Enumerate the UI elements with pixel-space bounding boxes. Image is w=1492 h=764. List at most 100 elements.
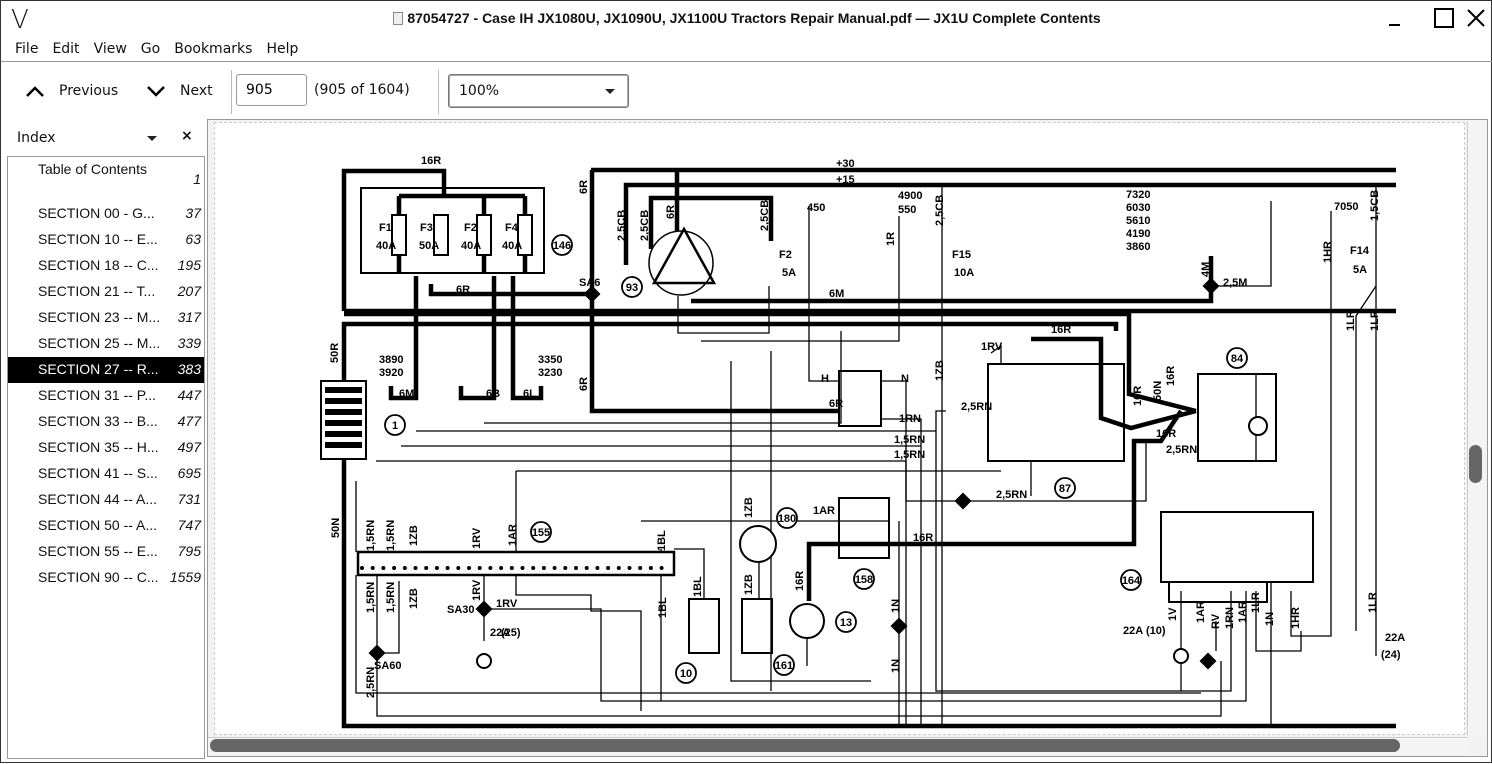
diagram-label: 1RN [1224,607,1236,629]
diagram-label: 6M [829,288,844,300]
wire [484,591,1247,702]
diagram-label: F4 [505,222,519,234]
diagram-label: 1BL [656,530,668,551]
diagram-label: 1,5CB [1369,190,1381,221]
wire [881,418,922,726]
wire [515,471,642,711]
vertical-scrollbar[interactable] [1467,122,1485,735]
diagram-label: 16R [1156,428,1176,440]
connector-pin [477,566,482,570]
diagram-label: F15 [952,249,971,261]
component-box [987,363,1125,462]
connector-pin [381,566,386,570]
component-number: 155 [532,527,550,539]
component-box [688,598,720,654]
wire [1355,285,1377,631]
diagram-label: 1HR [1322,241,1334,263]
junction-diamond [1199,652,1217,670]
diagram-label: 16R [794,571,806,591]
connector-pin [434,566,439,570]
diagram-label: 1RV [471,527,483,549]
diagram-label: 4900 [898,190,922,202]
component-box [1160,511,1314,583]
connector-pin [445,566,450,570]
component-number: 87 [1059,483,1071,495]
junction-diamond [890,617,908,635]
connector-pin [531,566,536,570]
diagram-label: 1RN [899,413,921,425]
battery-cell [325,442,362,448]
diagram-label: 1LR [1345,310,1357,331]
diagram-label: 16R [1132,386,1144,406]
diagram-label: 2,5RN [961,401,992,413]
diagram-label: 1AR [813,505,835,517]
connector-pin [541,566,546,570]
diagram-label: 1,5RN [365,582,377,613]
diagram-label: 1RV [981,341,1003,353]
diagram-label: 6M [399,388,414,400]
diagram-label: 40A [461,240,481,252]
component-number: 93 [626,282,638,294]
connector-pin [616,566,621,570]
junction-diamond [368,644,386,662]
diagram-label: 22A [1385,632,1405,644]
diagram-label: 5610 [1126,215,1150,227]
diagram-label: 6B [486,388,500,400]
diagram-label: 1N [890,599,902,613]
diagram-label: 1,5RN [385,582,397,613]
diagram-label: 6R [456,284,470,296]
junction-diamond [475,600,493,618]
diagram-label: 2,5RN [996,489,1027,501]
diagram-label: 1AR [1195,601,1207,623]
battery-cell [325,398,362,404]
diagram-label: 3860 [1126,241,1150,253]
diagram-label: 1,5RN [894,434,925,446]
diagram-label: 1,5RN [385,520,397,551]
diagram-label: 6R [665,205,677,219]
lamp-18 [1173,648,1189,664]
diagram-label: 1HR [1290,607,1302,629]
diagram-label: SA30 [447,604,475,616]
battery-cell [325,431,362,437]
diagram-label: 450 [807,202,825,214]
connector-pin [595,566,600,570]
connector-pin [402,566,407,570]
connector-pin [520,566,525,570]
diagram-label: 1ZB [743,574,755,595]
diagram-label: 16R [421,155,441,167]
wire [388,276,419,401]
connector-pin [563,566,568,570]
diagram-label: (25) [501,627,521,639]
component-number: 84 [1231,353,1244,365]
diagram-label: 6R [578,180,590,194]
connector-pin [360,566,364,570]
component-number: 1 [392,420,398,432]
wire [881,380,907,726]
diagram-label: 1RV [496,598,518,610]
battery-cell [325,409,362,415]
diagram-label: (10) [1146,625,1166,637]
battery-cell [325,420,362,426]
connector-pin [509,566,514,570]
connector-pin [467,566,471,570]
diagram-label: 3350 [538,354,562,366]
diagram-label: 1AR [507,524,519,546]
component-number: 164 [1122,575,1141,587]
diagram-label: 1AR [1237,601,1249,623]
diagram-label: 16R [913,532,933,544]
diagram-label: N [901,373,909,385]
component-number: 161 [775,660,793,672]
diagram-label: 16R [1051,324,1071,336]
lamp-17 [476,653,492,669]
component-number: 146 [553,240,571,252]
horizontal-scroll-thumb[interactable] [210,739,1400,752]
vertical-scroll-thumb[interactable] [1469,445,1482,483]
diagram-label: 4M [1200,262,1212,277]
diagram-label: 3230 [538,367,562,379]
diagram-label: F14 [1350,245,1370,257]
diagram-label: 1,5RN [365,520,377,551]
connector-155 [356,550,676,577]
diagram-label: 40A [502,240,522,252]
component-number: 10 [680,668,692,680]
diagram-label: 3890 [379,354,403,366]
